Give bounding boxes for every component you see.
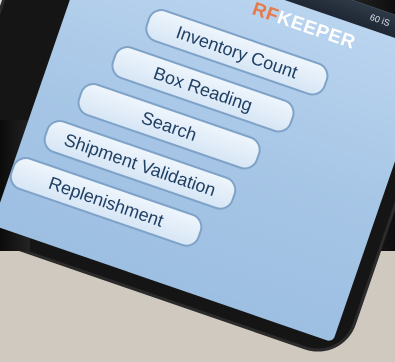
status-indicator: 60 iS [368,12,392,29]
device-screen: ar1 60 iS RFKEEPER Inventory Count Box R… [0,0,395,343]
menu-item-label: Search [139,107,200,145]
